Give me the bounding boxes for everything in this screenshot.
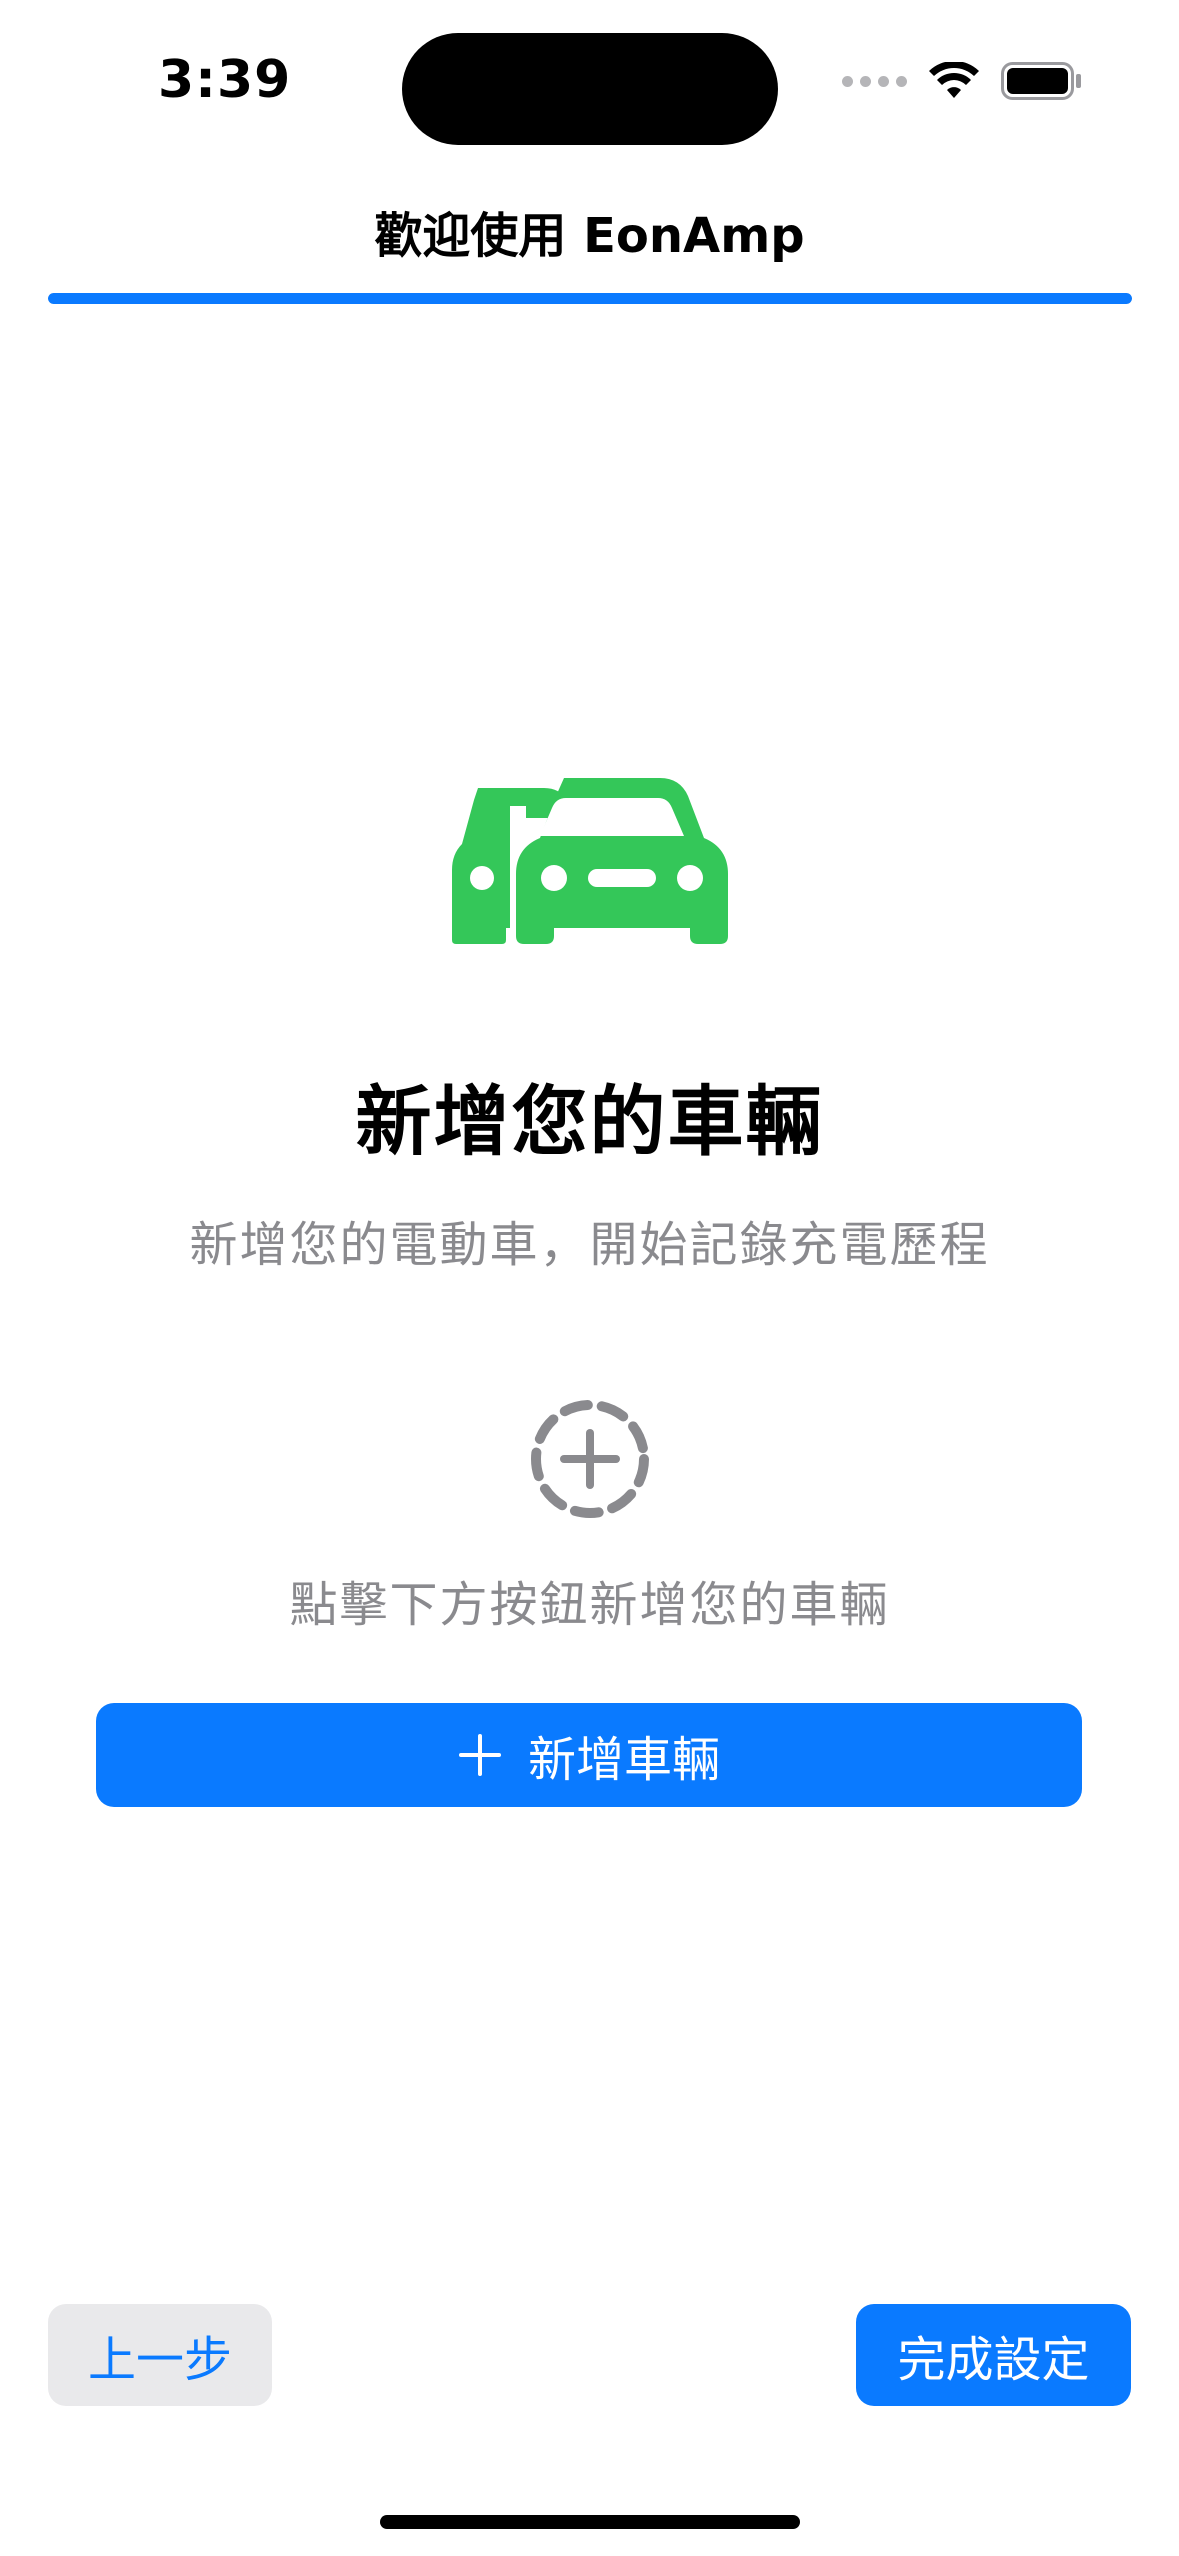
dashed-plus-circle-icon <box>531 1400 649 1518</box>
page-subtitle: 新增您的電動車，開始記錄充電歷程 <box>189 1217 990 1273</box>
plus-icon <box>458 1734 501 1776</box>
page-heading: 新增您的車輛 <box>355 1077 824 1166</box>
add-vehicle-button-label: 新增車輛 <box>527 1732 720 1788</box>
home-indicator[interactable] <box>380 2515 800 2529</box>
status-time: 3:39 <box>158 50 292 110</box>
finish-setup-button[interactable]: 完成設定 <box>856 2304 1131 2406</box>
progress-bar <box>48 293 1132 304</box>
hint-text: 點擊下方按鈕新增您的車輛 <box>289 1577 890 1633</box>
battery-icon <box>1001 62 1081 100</box>
signal-dots-icon <box>842 75 907 87</box>
progress-bar-fill <box>48 293 1132 304</box>
add-vehicle-button[interactable]: 新增車輛 <box>96 1703 1082 1807</box>
dynamic-island <box>402 33 778 145</box>
status-icons <box>842 62 1083 100</box>
two-cars-icon <box>452 778 728 946</box>
back-button[interactable]: 上一步 <box>48 2304 272 2406</box>
wifi-icon <box>929 62 979 98</box>
page-title: 歡迎使用 EonAmp <box>374 208 805 264</box>
